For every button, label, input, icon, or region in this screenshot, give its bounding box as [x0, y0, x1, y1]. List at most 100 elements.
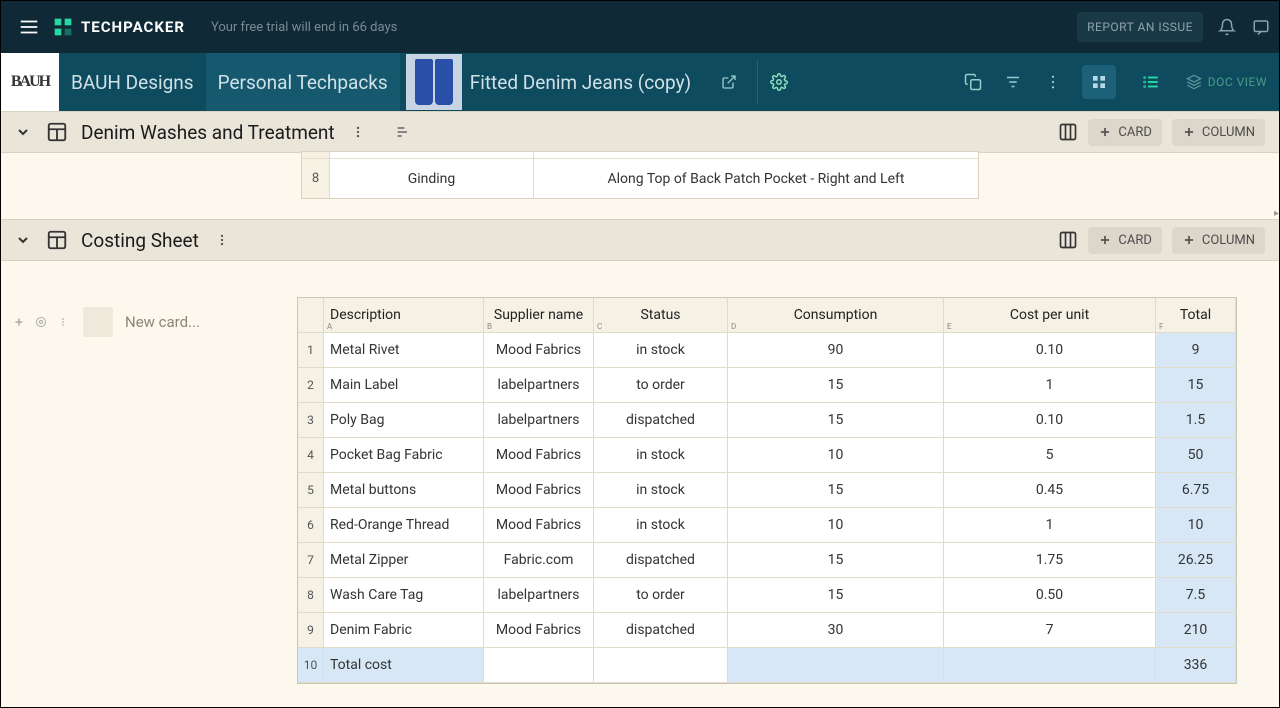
- add-button[interactable]: [11, 314, 27, 330]
- settings-button[interactable]: [33, 314, 49, 330]
- cell-description[interactable]: Denim Fabric: [324, 613, 484, 648]
- cell-supplier[interactable]: Mood Fabrics: [484, 473, 594, 508]
- company-logo-box[interactable]: BAUH: [1, 53, 59, 111]
- cell-total[interactable]: 210: [1156, 613, 1236, 648]
- cell-consumption[interactable]: [728, 648, 944, 683]
- product-thumbnail[interactable]: [406, 54, 462, 110]
- cell-consumption[interactable]: 90: [728, 333, 944, 368]
- feedback-button[interactable]: [1251, 17, 1271, 37]
- col-header-total[interactable]: TotalF: [1156, 298, 1236, 333]
- col-header-description[interactable]: DescriptionA: [324, 298, 484, 333]
- columns-toggle[interactable]: [1058, 230, 1078, 250]
- cell-consumption[interactable]: 15: [728, 578, 944, 613]
- table-row[interactable]: 9Denim FabricMood Fabricsdispatched30721…: [298, 613, 1236, 648]
- section-sort[interactable]: [395, 124, 411, 140]
- list-view-button[interactable]: [1134, 65, 1168, 99]
- cell-consumption[interactable]: 15: [728, 368, 944, 403]
- cell-description[interactable]: Metal Zipper: [324, 543, 484, 578]
- cell-cost[interactable]: 0.50: [944, 578, 1156, 613]
- cell-consumption[interactable]: 15: [728, 543, 944, 578]
- cell-description[interactable]: Pocket Bag Fabric: [324, 438, 484, 473]
- add-column-button[interactable]: COLUMN: [1172, 119, 1265, 146]
- doc-view-button[interactable]: DOC VIEW: [1186, 74, 1267, 90]
- add-card-button[interactable]: CARD: [1088, 227, 1161, 254]
- cell-status[interactable]: dispatched: [594, 403, 728, 438]
- cell-cost[interactable]: 1.75: [944, 543, 1156, 578]
- cell-description[interactable]: Poly Bag: [324, 403, 484, 438]
- table-row[interactable]: 8Wash Care Taglabelpartnersto order150.5…: [298, 578, 1236, 613]
- cell-supplier[interactable]: [484, 648, 594, 683]
- cell-supplier[interactable]: Mood Fabrics: [484, 508, 594, 543]
- collapse-toggle[interactable]: [13, 230, 33, 250]
- cell-cost[interactable]: 1: [944, 368, 1156, 403]
- table-row[interactable]: 2Main Labellabelpartnersto order15115: [298, 368, 1236, 403]
- cell-status[interactable]: in stock: [594, 508, 728, 543]
- cell-description[interactable]: Red-Orange Thread: [324, 508, 484, 543]
- cell-cost[interactable]: 5: [944, 438, 1156, 473]
- cell-status[interactable]: dispatched: [594, 543, 728, 578]
- cell-status[interactable]: [594, 648, 728, 683]
- col-header-supplier[interactable]: Supplier nameB: [484, 298, 594, 333]
- cell-total[interactable]: 26.25: [1156, 543, 1236, 578]
- cell-cost[interactable]: 0.45: [944, 473, 1156, 508]
- cell-cost[interactable]: 0.10: [944, 333, 1156, 368]
- section-menu[interactable]: [351, 125, 365, 139]
- copy-button[interactable]: [962, 71, 984, 93]
- cell-status[interactable]: dispatched: [594, 613, 728, 648]
- cell-total[interactable]: 15: [1156, 368, 1236, 403]
- add-card-button[interactable]: CARD: [1088, 119, 1161, 146]
- col-header-consumption[interactable]: ConsumptionD: [728, 298, 944, 333]
- more-button[interactable]: [1042, 71, 1064, 93]
- section-menu[interactable]: [215, 233, 229, 247]
- filter-button[interactable]: [1002, 71, 1024, 93]
- cell[interactable]: Ginding: [330, 158, 534, 198]
- table-row[interactable]: 10Total cost336: [298, 648, 1236, 683]
- report-issue-button[interactable]: REPORT AN ISSUE: [1077, 12, 1203, 42]
- cell-description[interactable]: Metal buttons: [324, 473, 484, 508]
- cell-description[interactable]: Wash Care Tag: [324, 578, 484, 613]
- table-row[interactable]: 5Metal buttonsMood Fabricsin stock150.45…: [298, 473, 1236, 508]
- cell-consumption[interactable]: 10: [728, 438, 944, 473]
- cell-cost[interactable]: 7: [944, 613, 1156, 648]
- cell-total[interactable]: 10: [1156, 508, 1236, 543]
- table-row[interactable]: 1Metal RivetMood Fabricsin stock900.109: [298, 333, 1236, 368]
- grid-view-button[interactable]: [1082, 65, 1116, 99]
- open-external-button[interactable]: [721, 74, 737, 90]
- settings-button[interactable]: [768, 71, 790, 93]
- cell-total[interactable]: 7.5: [1156, 578, 1236, 613]
- hamburger-menu[interactable]: [9, 7, 49, 47]
- cell-status[interactable]: to order: [594, 578, 728, 613]
- more-button[interactable]: [55, 314, 71, 330]
- cell-supplier[interactable]: Mood Fabrics: [484, 333, 594, 368]
- cell-description[interactable]: Metal Rivet: [324, 333, 484, 368]
- cell-supplier[interactable]: Fabric.com: [484, 543, 594, 578]
- cell-total[interactable]: 336: [1156, 648, 1236, 683]
- cell-status[interactable]: to order: [594, 368, 728, 403]
- cell-supplier[interactable]: Mood Fabrics: [484, 438, 594, 473]
- col-header-status[interactable]: StatusC: [594, 298, 728, 333]
- columns-toggle[interactable]: [1058, 122, 1078, 142]
- new-card-row[interactable]: New card...: [11, 307, 285, 337]
- cell-total[interactable]: 6.75: [1156, 473, 1236, 508]
- table-row[interactable]: 8 Ginding Along Top of Back Patch Pocket…: [302, 158, 978, 198]
- cell-supplier[interactable]: Mood Fabrics: [484, 613, 594, 648]
- breadcrumb-company[interactable]: BAUH Designs: [59, 53, 206, 111]
- breadcrumb-collection[interactable]: Personal Techpacks: [206, 53, 400, 111]
- table-row[interactable]: 7Metal ZipperFabric.comdispatched151.752…: [298, 543, 1236, 578]
- table-row[interactable]: 6Red-Orange ThreadMood Fabricsin stock10…: [298, 508, 1236, 543]
- cell-description[interactable]: Total cost: [324, 648, 484, 683]
- table-row[interactable]: 3Poly Baglabelpartnersdispatched150.101.…: [298, 403, 1236, 438]
- cell[interactable]: Along Top of Back Patch Pocket - Right a…: [534, 158, 978, 198]
- notifications-button[interactable]: [1217, 17, 1237, 37]
- cell-total[interactable]: 50: [1156, 438, 1236, 473]
- breadcrumb-product[interactable]: Fitted Denim Jeans (copy): [464, 53, 703, 111]
- col-header-cost[interactable]: Cost per unitE: [944, 298, 1156, 333]
- brand-logo[interactable]: TECHPACKER: [53, 17, 185, 37]
- cell-supplier[interactable]: labelpartners: [484, 368, 594, 403]
- cell-cost[interactable]: [944, 648, 1156, 683]
- cell-consumption[interactable]: 10: [728, 508, 944, 543]
- cell-supplier[interactable]: labelpartners: [484, 578, 594, 613]
- cell-total[interactable]: 9: [1156, 333, 1236, 368]
- cell-cost[interactable]: 0.10: [944, 403, 1156, 438]
- table-row[interactable]: 4Pocket Bag FabricMood Fabricsin stock10…: [298, 438, 1236, 473]
